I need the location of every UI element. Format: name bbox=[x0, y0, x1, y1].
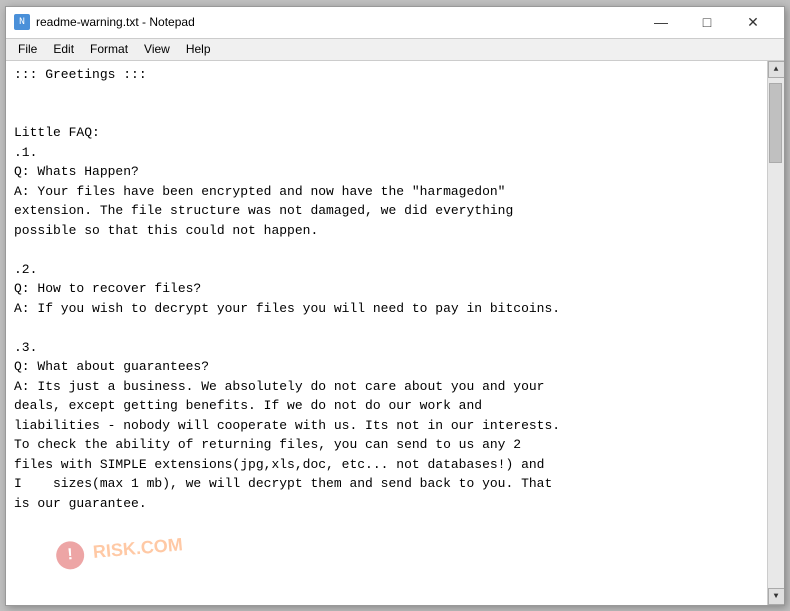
title-bar: N readme-warning.txt - Notepad — □ ✕ bbox=[6, 7, 784, 39]
window-controls: — □ ✕ bbox=[638, 6, 776, 38]
menu-bar: File Edit Format View Help bbox=[6, 39, 784, 61]
menu-format[interactable]: Format bbox=[82, 40, 136, 58]
scroll-down-button[interactable]: ▼ bbox=[768, 588, 785, 605]
scrollbar-thumb[interactable] bbox=[769, 83, 782, 163]
scrollbar-track-area[interactable] bbox=[768, 78, 784, 588]
maximize-button[interactable]: □ bbox=[684, 6, 730, 38]
content-area: ! RISK.COM ▲ ▼ bbox=[6, 61, 784, 605]
title-left: N readme-warning.txt - Notepad bbox=[14, 14, 195, 30]
minimize-button[interactable]: — bbox=[638, 6, 684, 38]
scrollbar[interactable]: ▲ ▼ bbox=[767, 61, 784, 605]
menu-help[interactable]: Help bbox=[178, 40, 219, 58]
text-editor[interactable] bbox=[6, 61, 767, 605]
scroll-up-button[interactable]: ▲ bbox=[768, 61, 785, 78]
content-wrapper: ! RISK.COM bbox=[6, 61, 767, 605]
close-button[interactable]: ✕ bbox=[730, 6, 776, 38]
menu-file[interactable]: File bbox=[10, 40, 45, 58]
window-title: readme-warning.txt - Notepad bbox=[36, 15, 195, 29]
menu-view[interactable]: View bbox=[136, 40, 178, 58]
menu-edit[interactable]: Edit bbox=[45, 40, 82, 58]
notepad-icon: N bbox=[14, 14, 30, 30]
notepad-window: N readme-warning.txt - Notepad — □ ✕ Fil… bbox=[5, 6, 785, 606]
